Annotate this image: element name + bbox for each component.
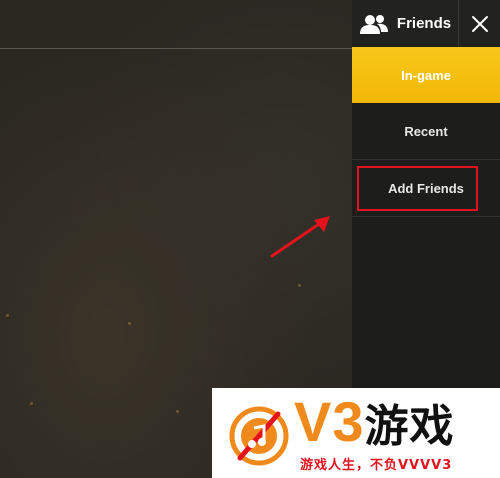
friends-title[interactable]: Friends (352, 0, 458, 47)
ember-particle (6, 314, 9, 317)
watermark-logo-cn: 游戏 (364, 401, 455, 452)
tab-separator (352, 216, 500, 217)
tab-recent[interactable]: Recent (352, 103, 500, 159)
ember-particle (128, 322, 131, 325)
tab-in-game[interactable]: In-game (352, 47, 500, 103)
friends-icon (359, 14, 388, 34)
ember-particle (30, 402, 33, 405)
watermark-slogan: 游戏人生，不负VVVV3 (300, 458, 453, 473)
tab-label: In-game (401, 67, 451, 83)
close-button[interactable] (458, 0, 500, 47)
watermark: V3游戏 游戏人生，不负VVVV3 (212, 388, 500, 478)
v3-logo-icon (229, 406, 289, 466)
close-icon (471, 15, 488, 32)
watermark-logo-text: V3 (294, 390, 365, 453)
highlight-box (357, 166, 478, 211)
friends-title-label: Friends (396, 15, 452, 32)
ember-particle (298, 284, 301, 287)
ember-particle (176, 410, 179, 413)
annotation-arrow-icon (270, 216, 330, 258)
divider-line (0, 48, 352, 49)
watermark-title: V3游戏 (294, 392, 455, 457)
friends-header: Friends (352, 0, 500, 47)
tab-label: Recent (404, 123, 448, 139)
